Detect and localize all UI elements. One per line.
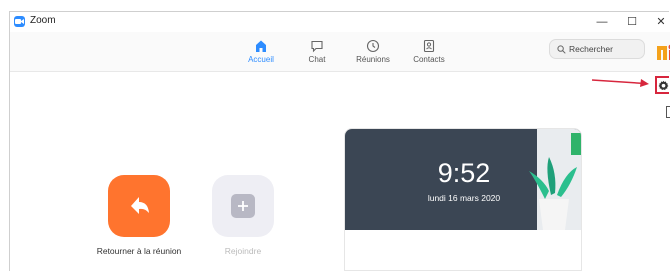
- return-to-meeting-label: Retourner à la réunion: [96, 246, 182, 256]
- search-box[interactable]: [549, 39, 645, 59]
- return-arrow-icon: [131, 197, 149, 214]
- tab-home-label: Accueil: [248, 55, 274, 64]
- return-to-meeting-button[interactable]: [108, 175, 170, 237]
- gear-icon: [658, 80, 669, 91]
- plus-icon: [231, 194, 255, 218]
- search-input[interactable]: [569, 42, 641, 56]
- tab-contacts-label: Contacts: [413, 55, 445, 64]
- tab-chat[interactable]: Chat: [289, 38, 345, 64]
- minimize-button[interactable]: —: [587, 13, 617, 31]
- tab-meetings-label: Réunions: [356, 55, 390, 64]
- tab-home[interactable]: Accueil: [233, 38, 289, 64]
- close-button[interactable]: ✕: [646, 13, 670, 31]
- clock-date: lundi 16 mars 2020: [427, 193, 501, 203]
- avatar[interactable]: [655, 41, 670, 61]
- maximize-button[interactable]: ☐: [617, 13, 647, 31]
- clock-banner: 9:52 lundi 16 mars 2020: [345, 129, 581, 230]
- annotation-arrow: [592, 79, 649, 87]
- tab-chat-label: Chat: [308, 55, 326, 64]
- home-icon: [233, 38, 289, 54]
- title-bar: Zoom — ☐ ✕: [10, 12, 670, 32]
- clock-card: 9:52 lundi 16 mars 2020: [344, 128, 582, 271]
- clock-icon: [345, 38, 401, 54]
- clock-time: 9:52: [437, 158, 491, 188]
- tab-meetings[interactable]: Réunions: [345, 38, 401, 64]
- tooltip-edge: [666, 106, 670, 118]
- search-icon: [557, 45, 566, 54]
- chat-bubble-icon: [289, 38, 345, 54]
- join-label: Rejoindre: [224, 246, 262, 256]
- join-button[interactable]: [212, 175, 274, 237]
- tab-contacts[interactable]: Contacts: [401, 38, 457, 64]
- contact-card-icon: [401, 38, 457, 54]
- window-title: Zoom: [30, 15, 56, 26]
- settings-button[interactable]: [655, 76, 669, 94]
- top-navigation: Accueil Chat Réunions Contacts: [10, 32, 670, 72]
- zoom-logo-icon: [14, 16, 25, 27]
